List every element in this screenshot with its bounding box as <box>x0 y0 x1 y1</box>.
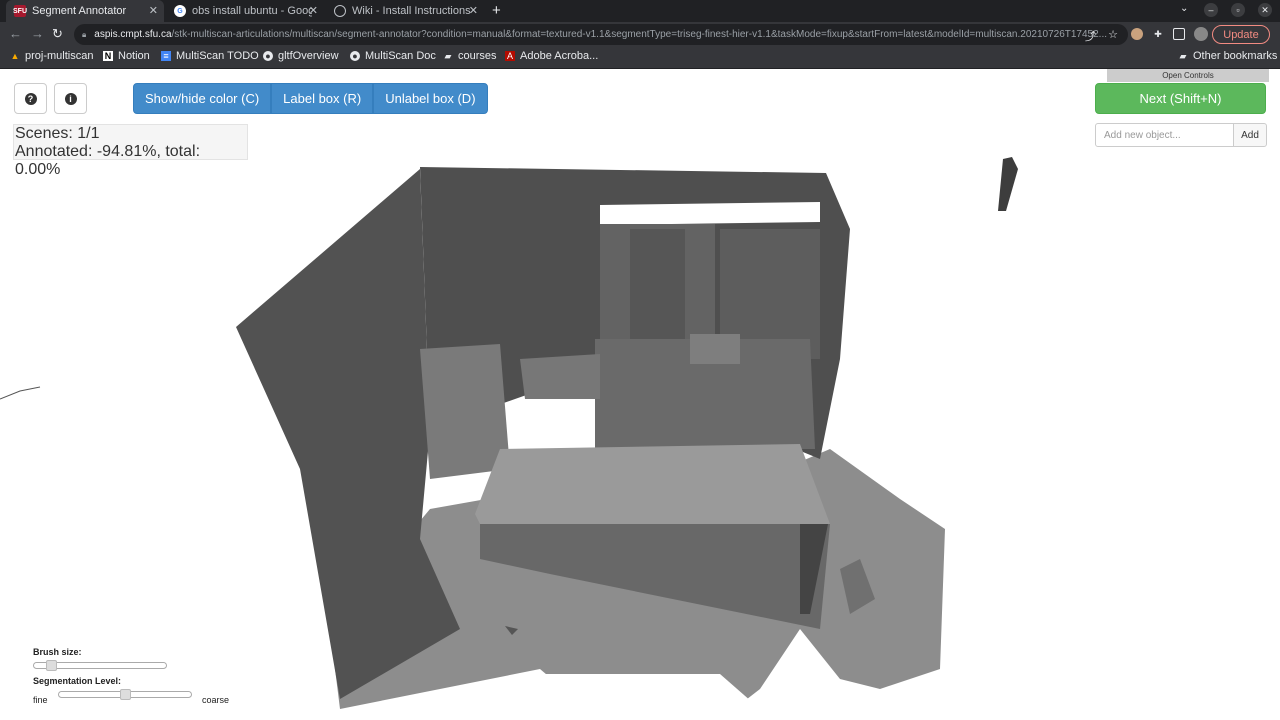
minimize-icon[interactable]: – <box>1204 3 1218 17</box>
bookmark-star-icon[interactable]: ☆ <box>1108 28 1118 41</box>
bookmark-label: MultiScan Doc <box>365 50 436 62</box>
globe-icon <box>334 5 346 17</box>
extension-avatar-icon[interactable] <box>1131 28 1143 40</box>
question-icon: ? <box>24 92 37 105</box>
brush-size-slider[interactable] <box>33 660 167 671</box>
bookmark-label: Other bookmarks <box>1193 50 1278 62</box>
other-bookmarks[interactable]: ▰ Other bookmarks <box>1178 50 1278 62</box>
folder-icon: ▰ <box>1179 50 1187 61</box>
lock-icon: 🔒︎ <box>82 29 87 39</box>
open-controls-button[interactable]: Open Controls <box>1107 69 1269 82</box>
close-window-icon[interactable]: ✕ <box>1258 3 1272 17</box>
extensions-puzzle-icon[interactable]: ✚ <box>1152 28 1164 40</box>
bookmark-label: gltfOverview <box>278 50 339 62</box>
annotated-percentage: Annotated: -94.81%, total: 0.00% <box>15 143 201 178</box>
scenes-count: Scenes: 1/1 <box>15 125 100 142</box>
tab-title: Segment Annotator <box>32 5 127 17</box>
url-path: /stk-multiscan-articulations/multiscan/s… <box>171 29 1108 40</box>
docs-icon: ≡ <box>161 51 171 61</box>
notion-icon: N <box>103 51 113 61</box>
info-icon: i <box>64 92 77 105</box>
label-box-button[interactable]: Label box (R) <box>271 83 374 114</box>
bookmark-proj-multiscan[interactable]: ▲ proj-multiscan <box>10 50 94 62</box>
bookmark-notion[interactable]: N Notion <box>103 50 150 62</box>
brush-size-slider-handle[interactable] <box>46 660 57 671</box>
reload-icon[interactable]: ↻ <box>52 26 63 42</box>
bookmarks-bar: ▲ proj-multiscan N Notion ≡ MultiScan TODO … <box>0 47 1280 69</box>
tab-wiki-install[interactable]: Wiki - Install Instructions ✕ <box>326 0 484 22</box>
segmentation-level-slider-handle[interactable] <box>120 689 131 700</box>
close-tab-icon[interactable]: ✕ <box>309 4 318 17</box>
next-button[interactable]: Next (Shift+N) <box>1095 83 1266 114</box>
bookmark-label: proj-multiscan <box>25 50 94 62</box>
scan-fragment-pole <box>998 157 1018 211</box>
mesh-table-round <box>520 354 600 399</box>
tab-segment-annotator[interactable]: SFU Segment Annotator ✕ <box>6 0 164 22</box>
update-button[interactable]: Update <box>1212 25 1270 44</box>
bookmark-label: Notion <box>118 50 150 62</box>
google-favicon-icon: G <box>174 5 186 17</box>
show-hide-color-button[interactable]: Show/hide color (C) <box>133 83 272 114</box>
forward-icon[interactable]: → <box>31 26 44 41</box>
sfu-favicon-icon: SFU <box>13 5 27 17</box>
bookmark-courses[interactable]: ▰ courses <box>443 50 497 62</box>
info-button[interactable]: i <box>54 83 87 114</box>
tab-title: Wiki - Install Instructions <box>352 5 471 17</box>
adobe-icon: A <box>505 51 515 61</box>
mesh-shelf-inner <box>630 229 685 339</box>
new-tab-button[interactable]: + <box>492 2 501 19</box>
scan-fragment-left <box>0 386 41 400</box>
window-cutout <box>600 202 820 225</box>
segmentation-level-slider[interactable] <box>58 689 192 700</box>
folder-icon: ▰ <box>444 50 452 61</box>
bookmark-multiscan-todo[interactable]: ≡ MultiScan TODO <box>161 50 259 62</box>
segmentation-level-label: Segmentation Level: <box>33 676 122 686</box>
browser-toolbar: ← → ↻ 🔒︎ aspis.cmpt.sfu.ca/stk-multiscan… <box>0 22 1280 47</box>
fine-label: fine <box>33 695 48 705</box>
add-object-button[interactable]: Add <box>1233 123 1267 147</box>
segment-annotator-app: ? i Show/hide color (C) Label box (R) Un… <box>0 69 1280 720</box>
side-panel-icon[interactable] <box>1173 28 1185 40</box>
mesh-monitor <box>690 334 740 364</box>
annotation-stats-panel: Scenes: 1/1 Annotated: -94.81%, total: 0… <box>13 124 248 178</box>
tab-obs-install[interactable]: G obs install ubuntu - Goog ✕ <box>166 0 324 22</box>
github-icon: ● <box>350 51 360 61</box>
back-icon[interactable]: ← <box>9 26 22 41</box>
help-button[interactable]: ? <box>14 83 47 114</box>
tab-search-icon[interactable]: ⌄ <box>1180 3 1188 14</box>
profile-avatar-icon[interactable] <box>1194 27 1208 41</box>
bookmark-gltfoverview[interactable]: ● gltfOverview <box>263 50 339 62</box>
close-tab-icon[interactable]: ✕ <box>469 4 478 17</box>
annotation-button-group: Show/hide color (C) Label box (R) Unlabe… <box>133 83 488 114</box>
brush-size-label: Brush size: <box>33 647 82 657</box>
bookmark-adobe-acrobat[interactable]: A Adobe Acroba... <box>505 50 598 62</box>
url-host: aspis.cmpt.sfu.ca <box>94 29 172 40</box>
bookmark-label: MultiScan TODO <box>176 50 259 62</box>
floor-hole <box>540 674 760 720</box>
maximize-icon[interactable]: ▫ <box>1231 3 1245 17</box>
github-icon: ● <box>263 51 273 61</box>
share-icon[interactable]: ⤴ <box>1085 28 1096 44</box>
new-object-input[interactable] <box>1095 123 1234 147</box>
mesh-front-desk-top <box>475 444 830 524</box>
bookmark-multiscan-doc[interactable]: ● MultiScan Doc <box>350 50 436 62</box>
drive-icon: ▲ <box>10 51 20 61</box>
bookmark-label: courses <box>458 50 497 62</box>
close-tab-icon[interactable]: ✕ <box>149 4 158 17</box>
tab-title: obs install ubuntu - Goog <box>192 5 312 17</box>
bookmark-label: Adobe Acroba... <box>520 50 599 62</box>
address-bar[interactable]: 🔒︎ aspis.cmpt.sfu.ca/stk-multiscan-artic… <box>74 24 1128 45</box>
browser-tab-strip: SFU Segment Annotator ✕ G obs install ub… <box>0 0 1280 22</box>
coarse-label: coarse <box>202 695 230 705</box>
unlabel-box-button[interactable]: Unlabel box (D) <box>373 83 488 114</box>
